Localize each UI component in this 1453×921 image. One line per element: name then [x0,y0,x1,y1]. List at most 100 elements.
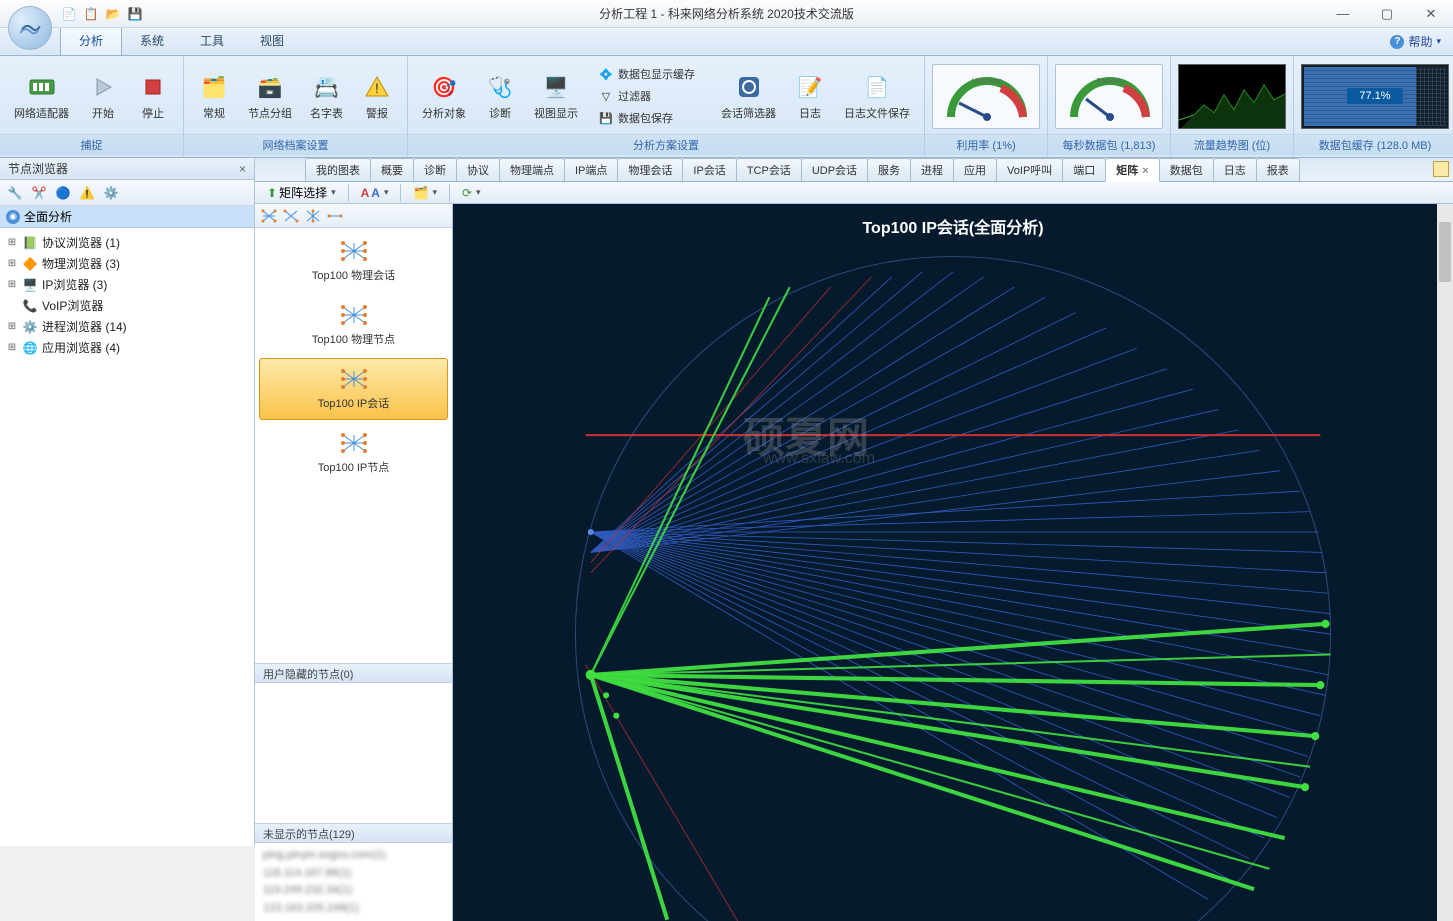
tb-icon-2[interactable]: ✂️ [30,184,48,202]
tab-report[interactable]: 报表 [1256,158,1300,181]
tree-item-app[interactable]: ⊞🌐应用浏览器 (4) [2,337,252,358]
hidden-nodes-header[interactable]: 用户隐藏的节点(0) [255,663,452,683]
close-button[interactable]: ✕ [1409,2,1453,26]
card-icon: 🗂️ [198,71,230,103]
svg-text:Packet/s: Packet/s [1097,78,1124,85]
svg-text:Utilization: Utilization [972,78,1002,85]
minimize-button[interactable]: — [1321,2,1365,26]
tb-icon-1[interactable]: 🔧 [6,184,24,202]
tb-icon-3[interactable]: 🔵 [54,184,72,202]
font-dropdown[interactable]: AA [357,184,393,202]
open-icon[interactable]: 📂 [104,5,122,23]
log-button[interactable]: 📝日志 [786,68,834,124]
notshown-nodes-header[interactable]: 未显示的节点(129) [255,823,452,843]
tab-process[interactable]: 进程 [910,158,954,181]
workspace: Top100 物理会话 Top100 物理节点 Top100 IP会话 Top1… [255,204,1453,921]
general-button[interactable]: 🗂️常规 [190,68,238,124]
refresh-dropdown[interactable]: ⟳ [458,184,485,202]
sidebar-filter[interactable]: ◉ 全面分析 [0,206,254,228]
new-icon[interactable]: 📄 [60,5,78,23]
tab-service[interactable]: 服务 [867,158,911,181]
content-tabstrip: 我的图表 概要 诊断 协议 物理端点 IP端点 物理会话 IP会话 TCP会话 … [255,158,1453,182]
warning-icon: ! [361,71,393,103]
content-toolbar: ⬆ 矩阵选择 AA 🗂️ ⟳ [255,182,1453,204]
sidebar-header: 节点浏览器 × [0,158,254,180]
tab-options-button[interactable] [1433,161,1449,177]
adapter-button[interactable]: 网络适配器 [6,68,77,124]
tree-item-protocol[interactable]: ⊞📗协议浏览器 (1) [2,232,252,253]
tab-phys-endpoint[interactable]: 物理端点 [499,158,565,181]
save-packet-icon: 💾 [598,110,614,126]
tab-app[interactable]: 应用 [953,158,997,181]
tree-item-ip[interactable]: ⊞🖥️IP浏览器 (3) [2,274,252,295]
tb-icon-4[interactable]: ⚠️ [78,184,96,202]
tab-voip[interactable]: VoIP呼叫 [996,158,1063,181]
analysis-target-button[interactable]: 🎯分析对象 [414,68,474,124]
tab-port[interactable]: 端口 [1062,158,1106,181]
matrix-item-phys-node[interactable]: Top100 物理节点 [259,294,448,356]
tb-icon-5[interactable]: ⚙️ [102,184,120,202]
tab-close-icon[interactable]: × [1142,165,1148,177]
sidebar-close-icon[interactable]: × [239,162,246,176]
mp-tb-1[interactable] [261,208,277,224]
node-group-button[interactable]: 🗃️节点分组 [240,68,300,124]
matrix-select-dropdown[interactable]: ⬆ 矩阵选择 [263,182,340,203]
menu-tab-tools[interactable]: 工具 [182,26,242,55]
help-button[interactable]: ? 帮助 ▾ [1390,33,1441,55]
viz-scrollbar[interactable] [1437,204,1453,921]
start-button[interactable]: 开始 [79,68,127,124]
new-doc-icon[interactable]: 📋 [82,5,100,23]
menu-tab-system[interactable]: 系统 [122,26,182,55]
tab-phys-session[interactable]: 物理会话 [617,158,683,181]
diagnosis-button[interactable]: 🩺诊断 [476,68,524,124]
maximize-button[interactable]: ▢ [1365,2,1409,26]
tab-summary[interactable]: 概要 [370,158,414,181]
ip-icon: 🖥️ [22,277,38,293]
view-display-button[interactable]: 🖥️视图显示 [526,68,586,124]
tab-ip-session[interactable]: IP会话 [682,158,736,181]
group-icon: 🗃️ [254,71,286,103]
tree-item-voip[interactable]: 📞VoIP浏览器 [2,295,252,316]
tab-mychart[interactable]: 我的图表 [305,158,371,181]
save-icon[interactable]: 💾 [126,5,144,23]
stop-icon [137,71,169,103]
tree-item-process[interactable]: ⊞⚙️进程浏览器 (14) [2,316,252,337]
matrix-item-ip-session[interactable]: Top100 IP会话 [259,358,448,420]
packet-save-button[interactable]: 💾数据包保存 [592,108,701,128]
tab-packets[interactable]: 数据包 [1159,158,1214,181]
menu-tab-view[interactable]: 视图 [242,26,302,55]
name-table-button[interactable]: 📇名字表 [302,68,351,124]
mp-tb-2[interactable] [283,208,299,224]
chord-diagram [453,204,1453,921]
matrix-item-ip-node[interactable]: Top100 IP节点 [259,422,448,484]
play-icon [87,71,119,103]
tab-log[interactable]: 日志 [1213,158,1257,181]
stop-button[interactable]: 停止 [129,68,177,124]
mp-tb-3[interactable] [305,208,321,224]
filter-button[interactable]: ▽过滤器 [592,86,701,106]
matrix-item-phys-session[interactable]: Top100 物理会话 [259,230,448,292]
matrix-visualization[interactable]: Top100 IP会话(全面分析) 硕夏网 www.sxiaw.com [453,204,1453,921]
menu-bar: 分析 系统 工具 视图 ? 帮助 ▾ [0,28,1453,56]
mp-tb-4[interactable] [327,208,343,224]
ribbon-group-buffer: 77.1% 数据包缓存 (128.0 MB) [1294,56,1453,157]
session-filter-button[interactable]: 会话筛选器 [713,68,784,124]
log-icon: 📝 [794,71,826,103]
packet-buffer-button[interactable]: 💠数据包显示缓存 [592,64,701,84]
tree-item-physical[interactable]: ⊞🔶物理浏览器 (3) [2,253,252,274]
alarm-button[interactable]: !警报 [353,68,401,124]
log-save-icon: 📄 [861,71,893,103]
tab-udp-session[interactable]: UDP会话 [801,158,868,181]
svg-text:!: ! [375,80,379,96]
settings-dropdown[interactable]: 🗂️ [409,184,440,202]
menu-tab-analysis[interactable]: 分析 [60,25,122,55]
tab-tcp-session[interactable]: TCP会话 [736,158,802,181]
tab-ip-endpoint[interactable]: IP端点 [564,158,618,181]
tab-matrix[interactable]: 矩阵× [1105,158,1159,182]
log-save-button[interactable]: 📄日志文件保存 [836,68,918,124]
app-logo[interactable] [8,6,52,50]
hidden-nodes-list [255,683,452,823]
sidebar-tree: ⊞📗协议浏览器 (1) ⊞🔶物理浏览器 (3) ⊞🖥️IP浏览器 (3) 📞Vo… [0,228,254,846]
tab-protocol[interactable]: 协议 [456,158,500,181]
tab-diagnosis[interactable]: 诊断 [413,158,457,181]
